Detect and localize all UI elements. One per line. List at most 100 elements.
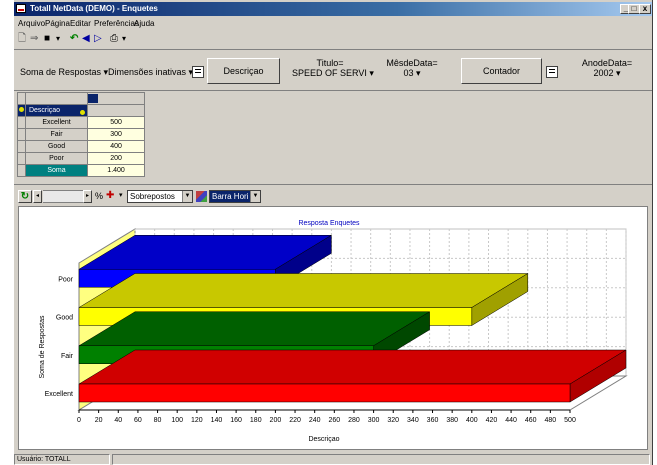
row-label[interactable]: Good bbox=[24, 140, 89, 153]
chart-refresh-icon[interactable]: ↻ bbox=[18, 190, 32, 203]
x-tick-label: 420 bbox=[486, 417, 498, 424]
inactive-dimensions-selector[interactable]: Dimensões inativas ▾ bbox=[108, 67, 193, 78]
x-tick-label: 380 bbox=[446, 417, 458, 424]
menu-editar[interactable]: Editar bbox=[70, 19, 91, 28]
total-value: 1.400 bbox=[87, 164, 145, 177]
status-bar: Usuário: TOTALL bbox=[14, 454, 652, 465]
chart-type-icon bbox=[196, 191, 207, 202]
row-label[interactable]: Excellent bbox=[24, 116, 89, 129]
bar-top bbox=[78, 349, 627, 385]
new-file-icon[interactable]: 🗋 bbox=[18, 33, 26, 45]
x-tick-label: 60 bbox=[134, 417, 142, 424]
menu-preferencias[interactable]: Preferências bbox=[94, 19, 139, 28]
save-icon[interactable]: ■ bbox=[44, 33, 50, 45]
x-tick-label: 20 bbox=[95, 417, 103, 424]
total-label[interactable]: Soma bbox=[24, 164, 89, 177]
app-icon bbox=[16, 4, 26, 13]
row-label[interactable]: Fair bbox=[24, 128, 89, 141]
category-label: Good bbox=[56, 315, 73, 322]
row-value: 200 bbox=[87, 152, 145, 165]
percent-toggle[interactable]: % bbox=[95, 191, 103, 201]
filter-titulo[interactable]: Titulo= SPEED OF SERVI ▾ bbox=[292, 58, 374, 79]
sort-dropdown-icon[interactable]: ▾ bbox=[119, 191, 123, 199]
filter-mes[interactable]: MêsdeData= 03 ▾ bbox=[384, 58, 440, 79]
pivot-divider bbox=[14, 90, 652, 91]
x-tick-label: 480 bbox=[545, 417, 557, 424]
grid-icon-2[interactable] bbox=[546, 66, 558, 78]
print-icon[interactable]: ⎙ bbox=[110, 33, 118, 45]
x-tick-label: 180 bbox=[250, 417, 262, 424]
save-dropdown-icon[interactable]: ▾ bbox=[56, 33, 60, 45]
title-bar[interactable]: Totall NetData (DEMO) - Enquetes _ □ x bbox=[14, 2, 652, 16]
x-tick-label: 360 bbox=[427, 417, 439, 424]
open-folder-icon[interactable]: ⇒ bbox=[30, 33, 38, 45]
x-tick-label: 80 bbox=[154, 417, 162, 424]
row-value: 400 bbox=[87, 140, 145, 153]
x-tick-label: 100 bbox=[171, 417, 183, 424]
table-row: Poor 200 bbox=[17, 152, 145, 165]
bar-top bbox=[78, 311, 431, 346]
chart-title: Resposta Enquetes bbox=[298, 220, 360, 227]
x-tick-label: 200 bbox=[270, 417, 282, 424]
main-toolbar: 🗋 ⇒ ■ ▾ ↶ ◀ ▷ ⎙ ▾ bbox=[14, 31, 652, 47]
x-tick-label: 300 bbox=[368, 417, 380, 424]
menu-arquivo[interactable]: Arquivo bbox=[18, 19, 45, 28]
expand-icon[interactable] bbox=[18, 107, 24, 112]
forward-arrow-icon[interactable]: ▷ bbox=[94, 33, 102, 45]
bar-chart: Poor Good Fair Excellent 0 20 40 60 80 100 120 140 1… bbox=[39, 220, 628, 443]
row-value: 300 bbox=[87, 128, 145, 141]
bar-top bbox=[78, 273, 529, 308]
header-toggle-icon[interactable] bbox=[80, 109, 86, 115]
pivot-bar: Soma de Respostas ▾ Dimensões inativas ▾… bbox=[14, 52, 652, 88]
chart-toolbar: ↻ ◂ ▸ % ✚ ▾ Sobrepostos ▼ Barra Hori ▼ bbox=[18, 188, 650, 206]
x-tick-label: 260 bbox=[328, 417, 340, 424]
grid-icon[interactable] bbox=[192, 66, 204, 78]
status-panel bbox=[112, 454, 650, 465]
row-dimension-button[interactable]: Descriçao bbox=[207, 58, 280, 84]
category-label: Fair bbox=[61, 353, 74, 360]
y-axis-title: Soma de Respostas bbox=[39, 315, 46, 379]
x-tick-label: 140 bbox=[211, 417, 223, 424]
close-button[interactable]: x bbox=[639, 4, 651, 14]
menu-bar: Arquivo Página Editar Preferências Ajuda bbox=[14, 17, 652, 29]
filter-ano[interactable]: AnodeData= 2002 ▾ bbox=[574, 58, 640, 79]
print-dropdown-icon[interactable]: ▾ bbox=[122, 33, 126, 45]
chart-scrollbar-track[interactable] bbox=[43, 190, 83, 203]
scroll-right-button[interactable]: ▸ bbox=[83, 190, 92, 203]
x-tick-label: 500 bbox=[564, 417, 576, 424]
category-label: Poor bbox=[58, 276, 73, 283]
x-tick-label: 440 bbox=[505, 417, 517, 424]
x-tick-label: 120 bbox=[191, 417, 203, 424]
refresh-icon[interactable]: ↶ bbox=[70, 33, 78, 45]
scroll-left-button[interactable]: ◂ bbox=[33, 190, 42, 203]
column-dimension-button[interactable]: Contador bbox=[461, 58, 542, 84]
table-row: Excellent 500 bbox=[17, 116, 145, 129]
menu-pagina[interactable]: Página bbox=[45, 19, 70, 28]
x-tick-label: 340 bbox=[407, 417, 419, 424]
x-tick-label: 320 bbox=[387, 417, 399, 424]
x-tick-label: 0 bbox=[77, 417, 81, 424]
sort-arrow-icon[interactable]: ✚ bbox=[106, 190, 114, 201]
menu-ajuda[interactable]: Ajuda bbox=[134, 19, 154, 28]
toolbar-divider bbox=[14, 49, 652, 50]
bar bbox=[78, 383, 571, 403]
back-arrow-icon[interactable]: ◀ bbox=[82, 33, 90, 45]
row-label[interactable]: Poor bbox=[24, 152, 89, 165]
x-tick-label: 460 bbox=[525, 417, 537, 424]
pivot-table: Descriçao Excellent 500 Fair 300 Good 40… bbox=[17, 92, 145, 177]
x-tick-label: 220 bbox=[289, 417, 301, 424]
window-title: Totall NetData (DEMO) - Enquetes bbox=[30, 4, 158, 13]
stack-mode-select[interactable]: Sobrepostos ▼ bbox=[127, 190, 193, 203]
table-row: Fair 300 bbox=[17, 128, 145, 141]
chart-area: Poor Good Fair Excellent 0 20 40 60 80 100 120 140 1… bbox=[18, 206, 648, 450]
column-header-marker bbox=[88, 94, 99, 103]
table-row: Good 400 bbox=[17, 140, 145, 153]
total-row: Soma 1.400 bbox=[17, 164, 145, 177]
chart-type-select[interactable]: Barra Hori ▼ bbox=[209, 190, 261, 203]
x-tick-label: 280 bbox=[348, 417, 360, 424]
measure-selector[interactable]: Soma de Respostas ▾ bbox=[20, 67, 108, 78]
x-tick-label: 240 bbox=[309, 417, 321, 424]
row-header[interactable]: Descriçao bbox=[24, 104, 89, 117]
category-label: Excellent bbox=[45, 391, 73, 398]
status-user: Usuário: TOTALL bbox=[14, 454, 110, 465]
